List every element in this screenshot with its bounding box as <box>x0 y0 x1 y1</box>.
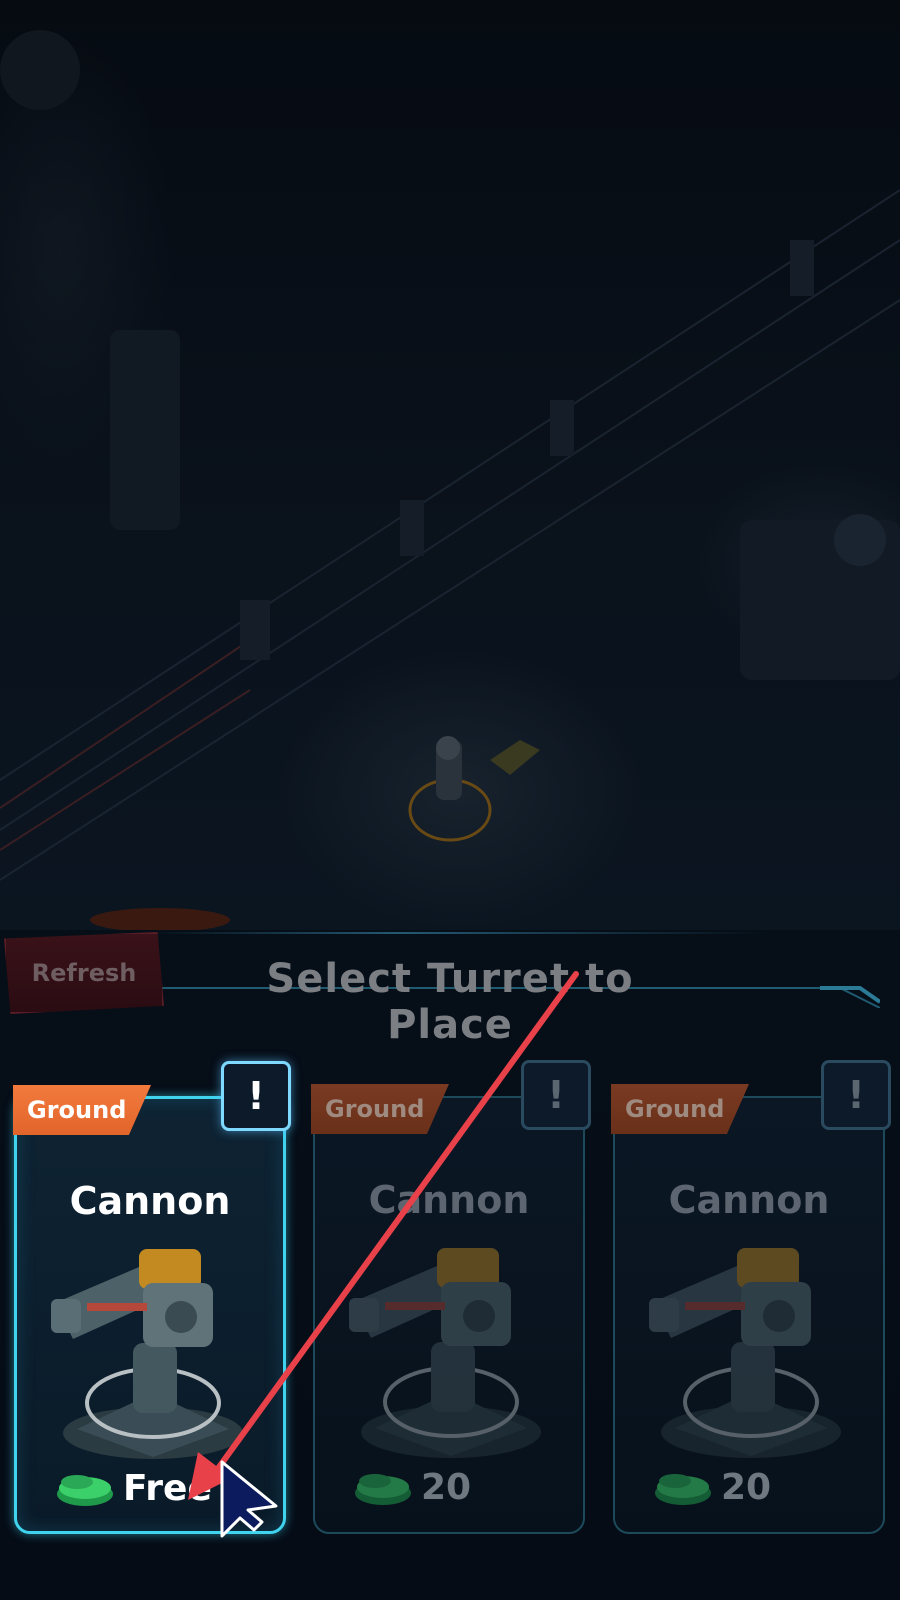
info-button[interactable]: ! <box>521 1060 591 1130</box>
turret-card-1[interactable]: Ground ! Cannon Free <box>13 1061 291 1534</box>
refresh-button[interactable]: Refresh <box>4 932 164 1014</box>
panel-divider <box>150 932 770 934</box>
panel-title: Select Turret to Place <box>266 956 634 1048</box>
game-scene <box>0 0 900 930</box>
category-badge: Ground <box>611 1084 749 1134</box>
bottle-cap-icon <box>655 1474 711 1505</box>
cost-row: Free <box>55 1463 212 1513</box>
turret-name: Cannon <box>668 1178 830 1222</box>
bottle-cap-icon <box>355 1474 411 1505</box>
cannon-turret-image <box>649 1248 841 1458</box>
cost-value: 20 <box>721 1466 772 1508</box>
cost-row: 20 <box>653 1462 771 1512</box>
scene-art <box>0 30 900 930</box>
category-badge: Ground <box>13 1085 151 1135</box>
info-button[interactable]: ! <box>821 1060 891 1130</box>
bottle-cap-icon <box>57 1475 113 1506</box>
cannon-turret-image <box>349 1248 541 1458</box>
info-button[interactable]: ! <box>221 1061 291 1131</box>
cannon-turret-image <box>51 1249 243 1459</box>
cost-value: Free <box>123 1467 212 1509</box>
turret-card-2[interactable]: Ground ! Cannon 20 <box>311 1060 591 1534</box>
info-icon: ! <box>547 1073 565 1117</box>
info-icon: ! <box>847 1073 865 1117</box>
turret-card-3[interactable]: Ground ! Cannon 20 <box>611 1060 891 1534</box>
info-icon: ! <box>247 1074 265 1118</box>
cost-row: 20 <box>353 1462 471 1512</box>
turret-name: Cannon <box>368 1178 530 1222</box>
cost-value: 20 <box>421 1466 472 1508</box>
category-badge: Ground <box>311 1084 449 1134</box>
turret-name: Cannon <box>69 1179 231 1223</box>
